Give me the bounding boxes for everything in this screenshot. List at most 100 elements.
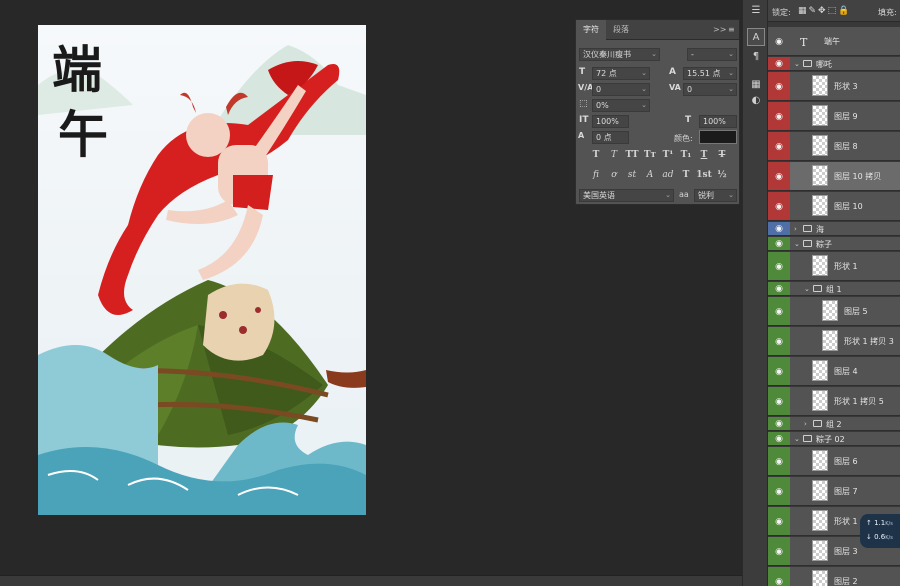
layer-name: 粽子 — [816, 240, 832, 249]
underline-button[interactable]: T — [695, 150, 713, 160]
subscript-button[interactable]: T₁ — [677, 150, 695, 160]
layer-row[interactable]: ◉ 图层 8 — [768, 132, 900, 161]
properties-icon[interactable]: ◐ — [747, 92, 765, 110]
superscript-button[interactable]: T¹ — [659, 150, 677, 160]
layer-row[interactable]: ◉ T 端午 — [768, 27, 900, 56]
layer-group-row[interactable]: ◉ › 海 — [768, 222, 900, 236]
layer-visibility-toggle[interactable]: ◉ — [768, 162, 790, 190]
layer-visibility-toggle[interactable]: ◉ — [768, 567, 790, 586]
horizontal-scale-input[interactable]: 100% — [699, 115, 737, 128]
text-color-swatch[interactable] — [699, 130, 737, 144]
swash-button[interactable]: A — [641, 170, 659, 180]
tsume-input[interactable]: 0% ⌄ — [592, 99, 650, 112]
panel-menu-icon[interactable]: ≡ — [728, 25, 735, 34]
baseline-shift-value: 0 点 — [596, 133, 612, 142]
chevron-down-icon[interactable]: ⌄ — [794, 240, 800, 248]
layer-group-row[interactable]: ◉ ⌄ 粽子 — [768, 237, 900, 251]
layer-row[interactable]: ◉ 形状 1 拷贝 3 — [768, 327, 900, 356]
titling-button[interactable]: ad — [659, 170, 677, 180]
chevron-right-icon[interactable]: › — [804, 420, 807, 428]
faux-bold-button[interactable]: T — [587, 150, 605, 160]
layer-visibility-toggle[interactable]: ◉ — [768, 282, 790, 295]
strikethrough-button[interactable]: T — [713, 150, 731, 160]
chevron-down-icon[interactable]: ⌄ — [804, 285, 810, 293]
title-char-duan: 端 — [52, 40, 102, 99]
layer-visibility-toggle[interactable]: ◉ — [768, 237, 790, 250]
tracking-value: 0 — [687, 85, 693, 94]
tab-paragraph[interactable]: 段落 — [606, 20, 636, 40]
layer-visibility-toggle[interactable]: ◉ — [768, 387, 790, 415]
layer-group-row[interactable]: ◉ ⌄ 组 1 — [768, 282, 900, 296]
layer-row[interactable]: ◉ 形状 1 拷贝 5 — [768, 387, 900, 416]
leading-input[interactable]: 15.51 点 ⌄ — [683, 67, 737, 80]
layer-visibility-toggle[interactable]: ◉ — [768, 252, 790, 280]
adjustments-icon[interactable]: ☰ — [747, 2, 765, 20]
chevron-right-icon[interactable]: › — [794, 225, 797, 233]
language-select[interactable]: 美国英语 ⌄ — [579, 189, 674, 202]
layer-row[interactable]: ◉ 图层 2 — [768, 567, 900, 586]
layer-visibility-toggle[interactable]: ◉ — [768, 57, 790, 70]
layer-row[interactable]: ◉ 图层 4 — [768, 357, 900, 386]
kerning-input[interactable]: 0 ⌄ — [592, 83, 650, 96]
layer-visibility-toggle[interactable]: ◉ — [768, 132, 790, 160]
chevron-down-icon[interactable]: ⌄ — [794, 60, 800, 68]
ordinals-button[interactable]: 1st — [695, 170, 713, 180]
layer-row[interactable]: ◉ 图层 10 拷贝 — [768, 162, 900, 191]
layer-row[interactable]: ◉ 图层 9 — [768, 102, 900, 131]
layer-visibility-toggle[interactable]: ◉ — [768, 72, 790, 100]
layers-panel: 锁定: ▦✎✥⬚🔒 填充: ◉ T 端午 ◉ ⌄ 哪吒 ◉ 形状 3 ◉ 图层 9 ◉ 图层 8 ◉ 图层… — [768, 0, 900, 586]
layer-visibility-toggle[interactable]: ◉ — [768, 327, 790, 355]
lock-label: 锁定: — [772, 8, 791, 17]
leading-value: 15.51 点 — [687, 69, 721, 78]
layer-group-row[interactable]: ◉ ⌄ 粽子 02 — [768, 432, 900, 446]
contextual-alternates-button[interactable]: T — [677, 170, 695, 180]
baseline-shift-input[interactable]: 0 点 — [592, 131, 629, 144]
old-style-button[interactable]: ơ — [605, 170, 623, 180]
chevron-down-icon[interactable]: ⌄ — [794, 435, 800, 443]
layer-name: 图层 7 — [834, 487, 858, 496]
layer-row[interactable]: ◉ 图层 7 — [768, 477, 900, 506]
layer-visibility-toggle[interactable]: ◉ — [768, 447, 790, 475]
layer-visibility-toggle[interactable]: ◉ — [768, 102, 790, 130]
layer-row[interactable]: ◉ 图层 5 — [768, 297, 900, 326]
collapse-icon[interactable]: >> — [713, 25, 726, 34]
layer-thumbnail — [812, 165, 828, 186]
layer-visibility-toggle[interactable]: ◉ — [768, 27, 790, 55]
font-size-input[interactable]: 72 点 ⌄ — [592, 67, 650, 80]
small-caps-button[interactable]: Tт — [641, 150, 659, 160]
layer-visibility-toggle[interactable]: ◉ — [768, 537, 790, 565]
eye-icon: ◉ — [775, 36, 783, 47]
layer-name: 哪吒 — [816, 60, 832, 69]
tracking-input[interactable]: 0 ⌄ — [683, 83, 737, 96]
layer-visibility-toggle[interactable]: ◉ — [768, 192, 790, 220]
layer-row[interactable]: ◉ 图层 10 — [768, 192, 900, 221]
lock-options-icon[interactable]: ▦✎✥⬚🔒 — [798, 6, 851, 16]
layer-visibility-toggle[interactable]: ◉ — [768, 417, 790, 430]
artboard-dragon-boat-illustration[interactable]: 端 午 — [38, 25, 366, 515]
layer-visibility-toggle[interactable]: ◉ — [768, 222, 790, 235]
ligatures-button[interactable]: fi — [587, 170, 605, 180]
layer-visibility-toggle[interactable]: ◉ — [768, 357, 790, 385]
vertical-scale-input[interactable]: 100% — [592, 115, 629, 128]
font-family-select[interactable]: 汉仪秦川瘦书 ⌄ — [579, 48, 660, 61]
layer-visibility-toggle[interactable]: ◉ — [768, 297, 790, 325]
tab-character[interactable]: 字符 — [576, 19, 606, 40]
download-speed: ↓ 0.6K/s — [866, 533, 893, 541]
fractions-button[interactable]: ½ — [713, 170, 731, 180]
layer-visibility-toggle[interactable]: ◉ — [768, 432, 790, 445]
stylistic-alternates-button[interactable]: st — [623, 170, 641, 180]
font-style-select[interactable]: - ⌄ — [687, 48, 737, 61]
layer-visibility-toggle[interactable]: ◉ — [768, 507, 790, 535]
all-caps-button[interactable]: TT — [623, 150, 641, 160]
upload-unit: K/s — [885, 521, 893, 527]
character-panel-icon[interactable]: A — [747, 28, 765, 46]
layer-group-row[interactable]: ◉ › 组 2 — [768, 417, 900, 431]
faux-italic-button[interactable]: T — [605, 150, 623, 160]
layer-visibility-toggle[interactable]: ◉ — [768, 477, 790, 505]
layer-row[interactable]: ◉ 形状 1 — [768, 252, 900, 281]
paragraph-icon[interactable]: ¶ — [747, 48, 765, 66]
antialias-select[interactable]: 锐利 ⌄ — [694, 189, 737, 202]
layer-row[interactable]: ◉ 图层 6 — [768, 447, 900, 476]
layer-group-row[interactable]: ◉ ⌄ 哪吒 — [768, 57, 900, 71]
layer-row[interactable]: ◉ 形状 3 — [768, 72, 900, 101]
